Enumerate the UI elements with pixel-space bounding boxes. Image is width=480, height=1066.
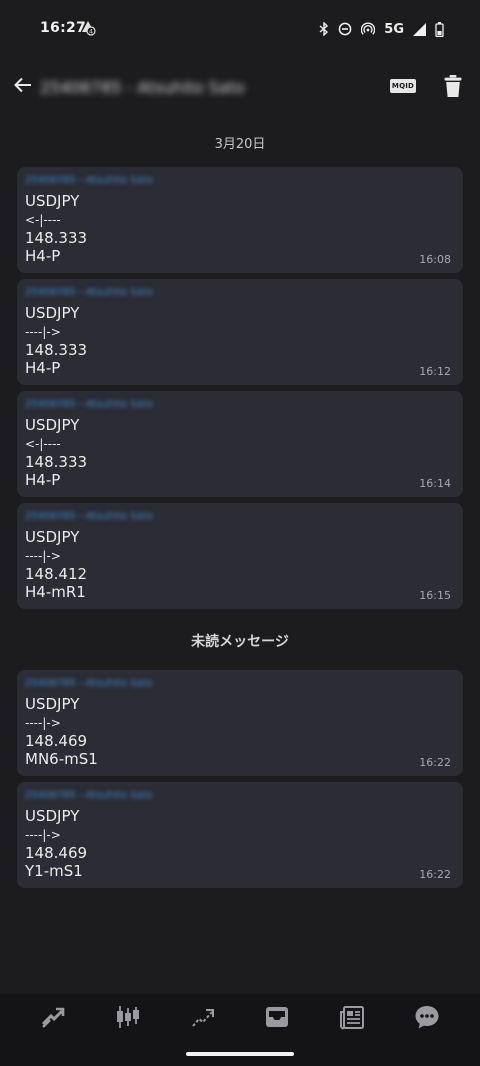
message-price: 148.469 [25,844,88,862]
message-price: 148.333 [25,229,88,247]
nav-quotes[interactable] [31,997,75,1041]
delete-button[interactable] [441,73,465,99]
message-sender: 25406785 - Atsuhito Sato [25,678,153,689]
mqid-button[interactable]: MQID [390,79,416,93]
message-sender: 25406785 - Atsuhito Sato [25,287,153,298]
message-bubble[interactable]: 25406785 - Atsuhito Sato USDJPY <-|---- … [17,167,463,273]
message-level: H4-P [25,359,61,377]
message-sender: 25406785 - Atsuhito Sato [25,399,153,410]
do-not-disturb-icon [338,22,352,36]
status-icons: 5G [319,19,444,39]
message-price: 148.412 [25,565,88,583]
message-level: H4-P [25,471,61,489]
message-symbol: USDJPY [25,528,80,546]
message-time: 16:15 [419,589,451,602]
back-arrow-icon [14,77,32,97]
message-level: Y1-mS1 [25,862,83,880]
message-time: 16:08 [419,253,451,266]
message-sender: 25406785 - Atsuhito Sato [25,175,153,186]
message-bubble[interactable]: 25406785 - Atsuhito Sato USDJPY ----|-> … [17,670,463,776]
network-type: 5G [384,21,404,37]
nav-trade[interactable] [181,997,225,1041]
message-price: 148.333 [25,453,88,471]
message-price: 148.469 [25,732,88,750]
message-sender: 25406785 - Atsuhito Sato [25,511,153,522]
message-bubble[interactable]: 25406785 - Atsuhito Sato USDJPY <-|---- … [17,391,463,497]
chart-icon [115,1004,141,1034]
message-level: MN6-mS1 [25,750,98,768]
message-level: H4-P [25,247,61,265]
message-level: H4-mR1 [25,583,86,601]
message-symbol: USDJPY [25,807,80,825]
message-symbol: USDJPY [25,304,80,322]
back-button[interactable] [6,70,40,104]
date-divider: 3月20日 [214,137,266,152]
message-bubble[interactable]: 25406785 - Atsuhito Sato USDJPY ----|-> … [17,503,463,609]
news-icon [339,1004,365,1034]
message-time: 16:12 [419,365,451,378]
message-bubble[interactable]: 25406785 - Atsuhito Sato USDJPY ----|-> … [17,782,463,888]
signal-icon [413,22,426,36]
message-time: 16:22 [419,756,451,769]
message-symbol: USDJPY [25,192,80,210]
svg-text:4: 4 [89,28,93,35]
message-bubble[interactable]: 25406785 - Atsuhito Sato USDJPY ----|-> … [17,279,463,385]
message-direction: ----|-> [25,716,61,730]
messages-icon [414,1004,440,1034]
battery-icon [435,21,444,37]
message-price: 148.333 [25,341,88,359]
message-direction: ----|-> [25,549,61,563]
home-gesture-handle[interactable] [186,1052,294,1056]
message-direction: <-|---- [25,213,61,227]
message-symbol: USDJPY [25,416,80,434]
message-time: 16:14 [419,477,451,490]
message-time: 16:22 [419,868,451,881]
history-inbox-icon [264,1004,290,1034]
app-bar: 25406785 - Atsuhito Sato MQID [0,62,480,114]
bluetooth-icon [319,22,329,36]
bottom-navigation [0,994,480,1044]
chat-title: 25406785 - Atsuhito Sato [40,78,245,97]
message-direction: <-|---- [25,437,61,451]
nav-news[interactable] [330,997,374,1041]
message-direction: ----|-> [25,325,61,339]
nav-history[interactable] [255,997,299,1041]
app-notification-icon: 4 [80,20,96,36]
trash-icon [441,75,465,103]
message-direction: ----|-> [25,828,61,842]
nav-chart[interactable] [106,997,150,1041]
nav-messages[interactable] [405,997,449,1041]
gesture-bar [0,1044,480,1066]
trade-icon [190,1004,216,1034]
unread-messages-divider: 未読メッセージ [191,634,289,650]
quotes-icon [40,1004,66,1034]
status-bar: 16:27 4 5G [0,0,480,60]
message-symbol: USDJPY [25,695,80,713]
hotspot-icon [361,22,376,36]
message-sender: 25406785 - Atsuhito Sato [25,790,153,801]
